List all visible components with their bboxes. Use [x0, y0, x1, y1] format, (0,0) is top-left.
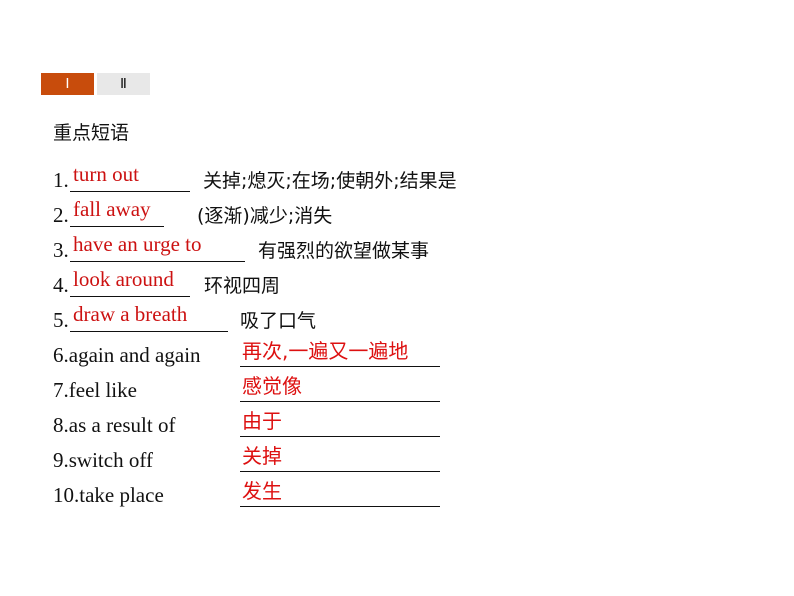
answer-text: fall away [73, 197, 151, 221]
answer-text: 关掉 [242, 444, 282, 468]
item-number: 2. [53, 203, 69, 227]
meaning-text: 有强烈的欲望做某事 [258, 240, 430, 262]
answer-text: draw a breath [73, 302, 188, 326]
meaning-text: (逐渐)减少;消失 [197, 205, 333, 227]
item-number: 1. [53, 168, 69, 192]
answer-text: 再次,一遍又一遍地 [242, 339, 409, 363]
meaning-text: 环视四周 [204, 275, 281, 297]
answer-text: have an urge to [73, 232, 202, 256]
item-number: 4. [53, 273, 69, 297]
answer-text: 发生 [242, 479, 282, 503]
phrase-text: 6.again and again [53, 343, 201, 367]
phrase-item-2: 2. fall away (逐渐)减少;消失 [53, 197, 533, 228]
section-tabs: Ⅰ Ⅱ [41, 73, 150, 95]
meaning-text: 关掉;熄灭;在场;使朝外;结果是 [203, 170, 457, 192]
phrase-item-5: 5. draw a breath 吸了口气 [53, 302, 533, 333]
phrase-text: 8.as a result of [53, 413, 176, 437]
item-number: 3. [53, 238, 69, 262]
phrase-item-9: 9.switch off 关掉 [53, 443, 453, 473]
item-number: 5. [53, 308, 69, 332]
meaning-text: 吸了口气 [240, 310, 317, 332]
phrase-item-1: 1. turn out 关掉;熄灭;在场;使朝外;结果是 [53, 162, 533, 193]
phrase-item-6: 6.again and again 再次,一遍又一遍地 [53, 338, 453, 368]
phrase-text: 7.feel like [53, 378, 137, 402]
answer-text: 感觉像 [242, 374, 302, 398]
phrase-item-10: 10.take place 发生 [53, 478, 453, 508]
phrase-item-8: 8.as a result of 由于 [53, 408, 453, 438]
tab-part-1[interactable]: Ⅰ [41, 73, 94, 95]
phrase-text: 10.take place [53, 483, 164, 507]
phrase-item-3: 3. have an urge to 有强烈的欲望做某事 [53, 232, 533, 263]
phrase-text: 9.switch off [53, 448, 153, 472]
answer-text: turn out [73, 162, 139, 186]
answer-text: 由于 [242, 409, 282, 433]
answer-text: look around [73, 267, 174, 291]
phrase-item-7: 7.feel like 感觉像 [53, 373, 453, 403]
section-title: 重点短语 [53, 122, 130, 144]
tab-part-2[interactable]: Ⅱ [97, 73, 150, 95]
phrase-item-4: 4. look around 环视四周 [53, 267, 533, 298]
